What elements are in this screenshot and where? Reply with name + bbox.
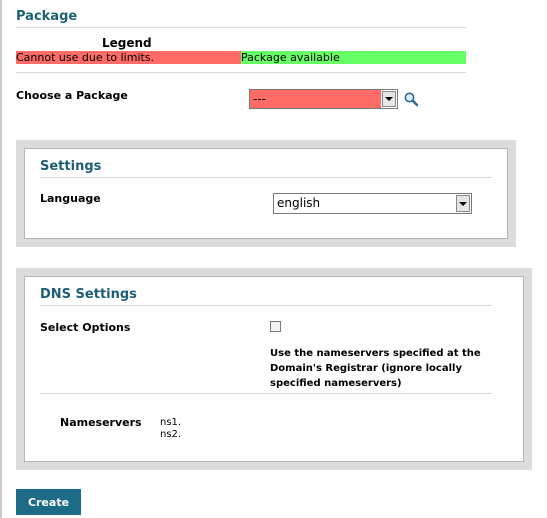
divider xyxy=(40,177,492,178)
divider xyxy=(40,393,492,394)
package-section-title: Package xyxy=(16,9,78,24)
checkbox-description: Use the nameservers specified at the Dom… xyxy=(270,348,481,389)
divider xyxy=(16,72,466,73)
package-select[interactable]: --- xyxy=(249,89,398,109)
package-select-value: --- xyxy=(250,90,381,108)
settings-title: Settings xyxy=(40,159,102,174)
use-registrar-nameservers-checkbox[interactable] xyxy=(270,321,281,332)
search-icon[interactable] xyxy=(403,91,419,107)
language-select[interactable]: english xyxy=(273,193,472,214)
language-label: Language xyxy=(40,192,101,205)
legend-title: Legend xyxy=(102,36,152,50)
nameserver-1: ns1. xyxy=(160,417,182,428)
select-options-label: Select Options xyxy=(40,321,131,334)
chevron-down-icon[interactable] xyxy=(382,91,396,107)
dns-settings-title: DNS Settings xyxy=(40,287,137,302)
create-button[interactable]: Create xyxy=(16,489,81,515)
legend-unavailable: Cannot use due to limits. xyxy=(16,51,241,64)
nameserver-2: ns2. xyxy=(160,429,182,440)
divider xyxy=(16,27,466,28)
nameservers-label: Nameservers xyxy=(60,416,142,429)
divider xyxy=(40,305,492,306)
legend-available: Package available xyxy=(241,51,466,64)
language-select-value: english xyxy=(277,196,321,210)
chevron-down-icon[interactable] xyxy=(456,195,470,212)
choose-package-label: Choose a Package xyxy=(16,89,128,102)
left-border xyxy=(0,0,2,518)
